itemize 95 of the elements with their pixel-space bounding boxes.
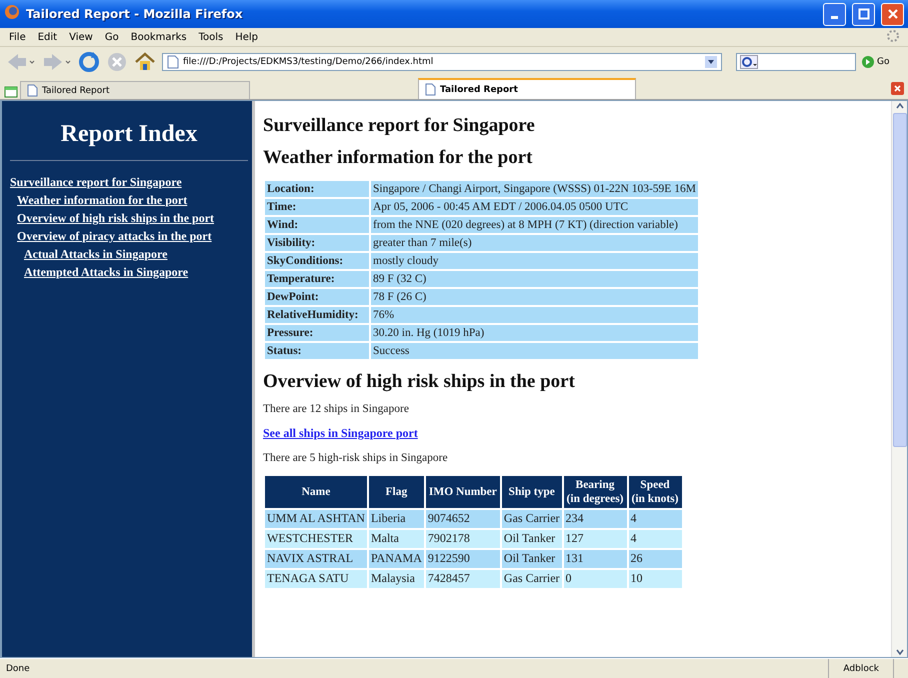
ship-count-text: There are 12 ships in Singapore (263, 403, 410, 415)
index-link[interactable]: Surveillance report for Singapore (10, 175, 182, 189)
index-link[interactable]: Overview of high risk ships in the port (17, 211, 214, 225)
index-link[interactable]: Actual Attacks in Singapore (24, 247, 168, 261)
minimize-icon (831, 16, 838, 19)
table-cell: PANAMA (368, 550, 424, 568)
reload-icon[interactable] (78, 51, 100, 73)
field-label: RelativeHumidity: (265, 307, 369, 323)
close-tab-icon[interactable] (891, 82, 904, 94)
page-icon (425, 83, 436, 96)
field-label: Temperature: (265, 271, 369, 287)
adblock-status[interactable]: Adblock (828, 659, 894, 678)
table-cell: 10 (628, 570, 682, 588)
go-button[interactable]: Go (862, 56, 890, 68)
high-risk-count-text: There are 5 high-risk ships in Singapore (263, 452, 449, 464)
table-cell: Gas Carrier (502, 510, 562, 528)
table-cell: 234 (564, 510, 627, 528)
field-label: Location: (265, 181, 369, 197)
field-value: from the NNE (020 degrees) at 8 MPH (7 KT) (direction variable) (371, 217, 698, 233)
sidebar-title: Report Index (10, 115, 248, 161)
field-label: Visibility: (265, 235, 369, 251)
field-value: Apr 05, 2006 - 00:45 AM EDT / 2006.04.05 0500 UTC (371, 199, 698, 215)
table-cell: 7902178 (426, 530, 500, 548)
table-cell: 127 (564, 530, 627, 548)
menu-item[interactable]: Tools (194, 32, 228, 42)
maximize-icon (858, 8, 870, 20)
menu-item[interactable]: Bookmarks (126, 32, 192, 42)
search-field[interactable] (736, 53, 856, 71)
field-label: DewPoint: (265, 289, 369, 305)
field-label: Status: (265, 343, 369, 359)
field-label: Pressure: (265, 325, 369, 341)
index-link[interactable]: Attempted Attacks in Singapore (24, 265, 188, 279)
column-header: Bearing (in degrees) (564, 476, 627, 508)
column-header: IMO Number (426, 476, 500, 508)
status-text: Done (6, 664, 30, 674)
table-cell: 26 (628, 550, 682, 568)
menu-item[interactable]: Go (100, 32, 124, 42)
table-cell: WESTCHESTER (265, 530, 367, 548)
table-cell: 4 (628, 530, 682, 548)
field-value: 78 F (26 C) (371, 289, 698, 305)
window-title: Tailored Report - Mozilla Firefox (26, 7, 244, 21)
table-cell: 131 (564, 550, 627, 568)
new-tab-icon[interactable] (4, 85, 18, 99)
table-cell: TENAGA SATU (265, 570, 367, 588)
all-ships-link[interactable]: See all ships in Singapore port (263, 426, 418, 440)
field-value: greater than 7 mile(s) (371, 235, 698, 251)
table-cell: Malaysia (368, 570, 424, 588)
column-header: Name (265, 476, 367, 508)
table-cell: Gas Carrier (502, 570, 562, 588)
table-cell: 4 (628, 510, 682, 528)
section-heading: Overview of high risk ships in the port (263, 371, 576, 393)
field-value: 30.20 in. Hg (1019 hPa) (371, 325, 698, 341)
table-cell: Oil Tanker (502, 530, 562, 548)
section-heading: Weather information for the port (263, 147, 534, 169)
close-icon (886, 8, 898, 20)
table-cell: 9122590 (426, 550, 500, 568)
table-cell: NAVIX ASTRAL (265, 550, 367, 568)
close-button[interactable] (881, 2, 904, 26)
table-cell: Liberia (368, 510, 424, 528)
index-link[interactable]: Overview of piracy attacks in the port (17, 229, 212, 243)
report-title: Surveillance report for Singapore (263, 115, 536, 137)
column-header: Flag (368, 476, 424, 508)
table-cell: Oil Tanker (502, 550, 562, 568)
menu-item[interactable]: Edit (32, 32, 62, 42)
scrollbar[interactable] (891, 101, 907, 657)
page-icon (27, 84, 38, 97)
table-cell: Malta (368, 530, 424, 548)
field-value: Success (371, 343, 698, 359)
table-cell: 0 (564, 570, 627, 588)
column-header: Ship type (502, 476, 562, 508)
table-cell: UMM AL ASHTAN (265, 510, 367, 528)
index-link[interactable]: Weather information for the port (17, 193, 188, 207)
browser-tab[interactable]: Tailored Report (20, 81, 250, 99)
field-label: Time: (265, 199, 369, 215)
browser-tab[interactable]: Tailored Report (418, 78, 636, 99)
field-value: 89 F (32 C) (371, 271, 698, 287)
table-cell: 9074652 (426, 510, 500, 528)
column-header: Speed (in knots) (628, 476, 682, 508)
menu-item[interactable]: View (64, 32, 98, 42)
address-field[interactable]: file:///D:/Projects/EDKMS3/testing/Demo/266/index.html (162, 53, 722, 71)
field-value: Singapore / Changi Airport, Singapore (WSSS) 01-22N 103-59E 16M (371, 181, 698, 197)
field-value: mostly cloudy (371, 253, 698, 269)
scroll-down-icon[interactable] (894, 647, 904, 657)
field-label: Wind: (265, 217, 369, 233)
field-value: 76% (371, 307, 698, 323)
search-engine-icon[interactable] (740, 55, 758, 69)
table-cell: 7428457 (426, 570, 500, 588)
home-icon[interactable] (134, 51, 156, 73)
scroll-up-icon[interactable] (894, 101, 904, 111)
minimize-button[interactable] (823, 2, 846, 26)
menu-item[interactable]: File (4, 32, 31, 42)
menu-item[interactable]: Help (230, 32, 264, 42)
maximize-button[interactable] (852, 2, 875, 26)
field-label: SkyConditions: (265, 253, 369, 269)
page-icon (167, 55, 179, 69)
